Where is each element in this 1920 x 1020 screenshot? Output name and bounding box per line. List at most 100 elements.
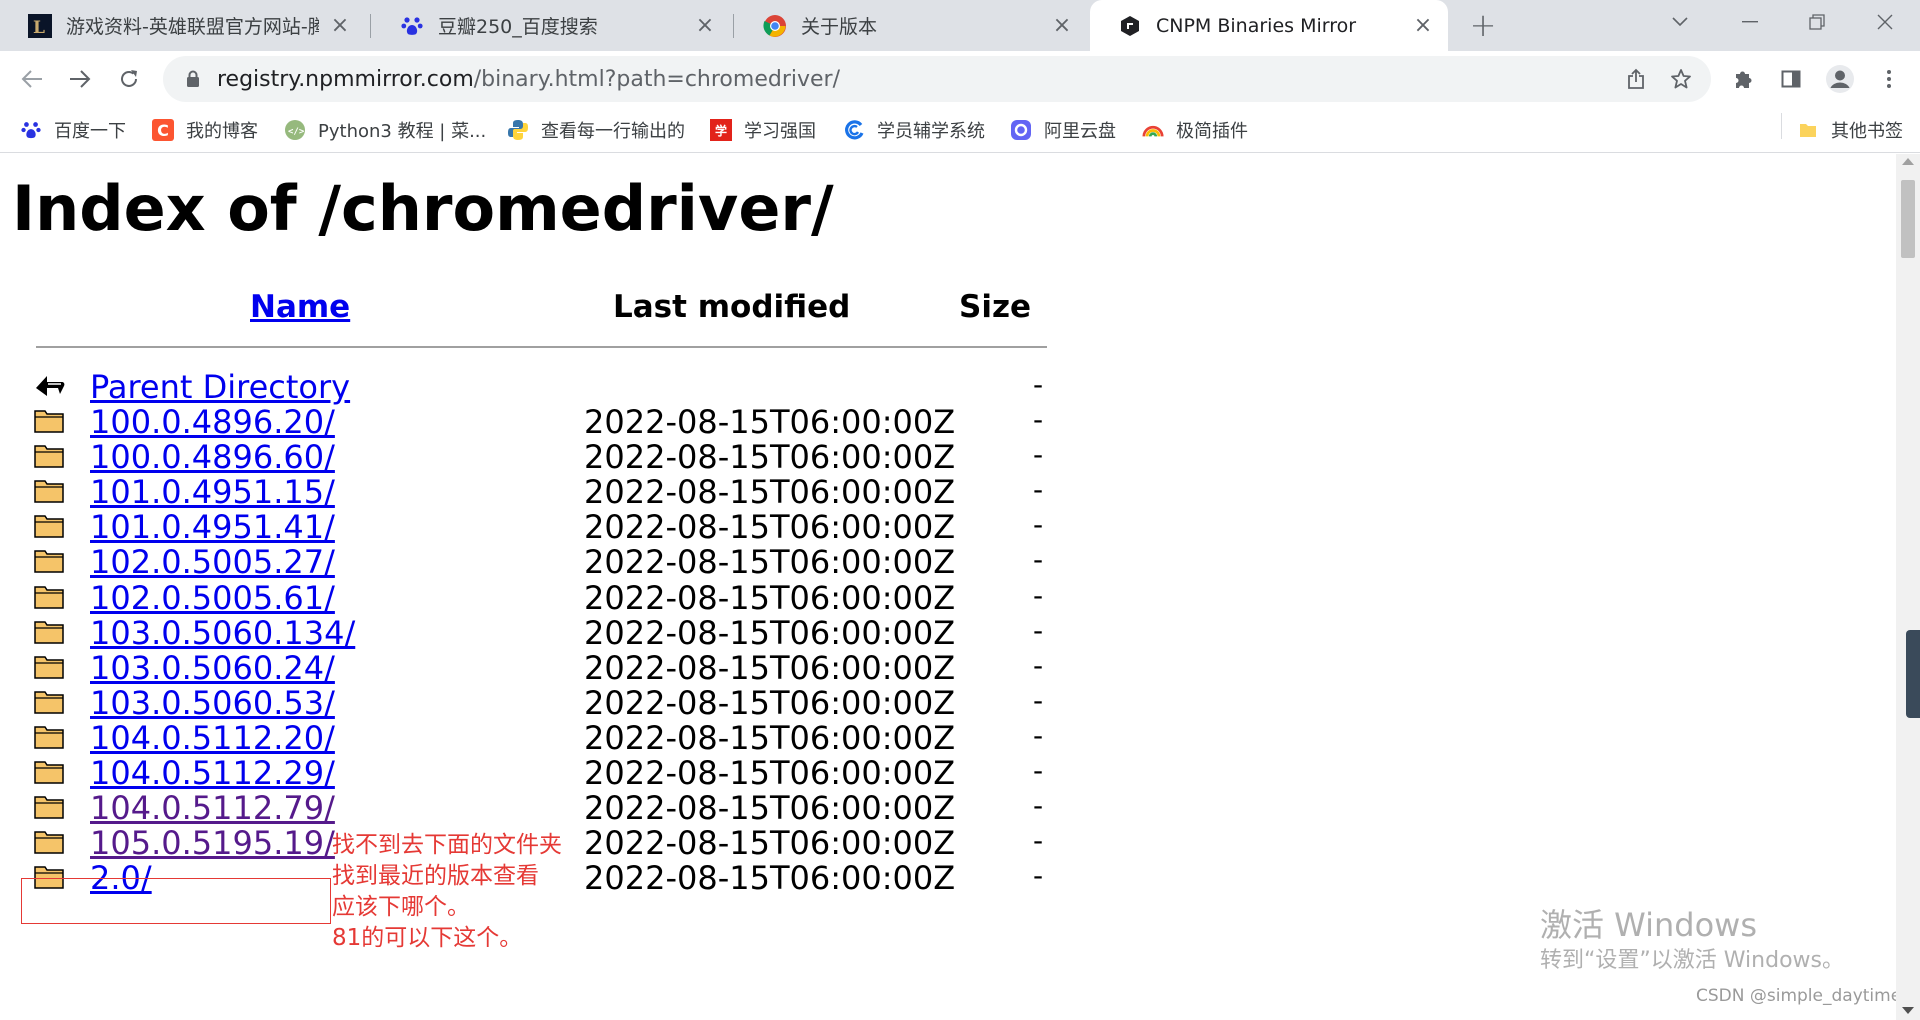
folder-icon xyxy=(1797,119,1819,141)
tab-title: 豆瓣250_百度搜索 xyxy=(438,16,598,38)
lol-icon: L xyxy=(28,13,52,38)
scrollbar-thumb[interactable] xyxy=(1901,180,1915,258)
file-size: - xyxy=(1033,683,1044,717)
file-size: - xyxy=(1033,718,1044,752)
bookmarks-bar: 百度一下 C 我的博客 </> Python3 教程 | 菜... 查看每一行输… xyxy=(0,107,1920,153)
bookmark-label: 百度一下 xyxy=(54,121,126,142)
tab-about-version[interactable]: 关于版本 × xyxy=(735,0,1087,51)
bookmark-my-blog[interactable]: C 我的博客 xyxy=(152,115,258,145)
annotation-note: 找不到去下面的文件夹 找到最近的版本查看 应该下哪个。 81的可以下这个。 xyxy=(332,830,562,954)
folder-icon xyxy=(34,653,64,679)
url-path: /binary.html?path=chromedriver/ xyxy=(473,66,840,92)
page-content: Index of /chromedriver/ Name Last modifi… xyxy=(0,154,1896,1020)
tab-douban-search[interactable]: 豆瓣250_百度搜索 × xyxy=(372,0,730,51)
star-icon[interactable] xyxy=(1668,66,1694,92)
baidu-paw-icon xyxy=(20,119,42,141)
reload-button[interactable] xyxy=(109,59,149,99)
bookmark-jijian-plugin[interactable]: 极简插件 xyxy=(1142,115,1248,145)
bookmark-output-each-line[interactable]: 查看每一行输出的 xyxy=(507,115,685,145)
scroll-up-arrow-icon[interactable] xyxy=(1902,158,1914,165)
minimize-button[interactable] xyxy=(1715,0,1785,44)
back-button[interactable] xyxy=(12,59,52,99)
bookmark-label: 查看每一行输出的 xyxy=(541,121,685,142)
folder-icon xyxy=(34,583,64,609)
file-size: - xyxy=(1033,789,1044,823)
file-size: - xyxy=(1033,859,1044,893)
file-size: - xyxy=(1033,543,1044,577)
file-size: - xyxy=(1033,824,1044,858)
lock-icon[interactable] xyxy=(183,69,203,89)
folder-icon xyxy=(34,688,64,714)
annotation-line: 应该下哪个。 xyxy=(332,894,470,920)
tab-strip: L 游戏资料-英雄联盟官方网站-腾讯 × 豆瓣250_百度搜索 × 关于版本 ×… xyxy=(0,0,1920,51)
forward-button[interactable] xyxy=(60,59,100,99)
bookmark-aliyun-drive[interactable]: 阿里云盘 xyxy=(1010,115,1116,145)
column-header-size: Size xyxy=(959,289,1032,325)
folder-icon xyxy=(34,547,64,574)
bookmark-label: 学员辅学系统 xyxy=(877,121,985,142)
tab-lol[interactable]: L 游戏资料-英雄联盟官方网站-腾讯 × xyxy=(0,0,365,51)
profile-avatar-icon[interactable] xyxy=(1823,62,1857,96)
vertical-scrollbar[interactable] xyxy=(1896,154,1920,1020)
new-tab-button[interactable]: + xyxy=(1465,6,1501,44)
file-size: - xyxy=(1033,754,1044,787)
bookmark-xuexi-qiangguo[interactable]: 学 学习强国 xyxy=(710,115,816,145)
column-header-name[interactable]: Name xyxy=(250,289,350,325)
url-host: registry.npmmirror.com xyxy=(217,66,474,92)
file-size: - xyxy=(1033,438,1044,472)
page-title: Index of /chromedriver/ xyxy=(12,172,834,245)
folder-icon xyxy=(34,512,64,539)
tab-title: CNPM Binaries Mirror xyxy=(1156,14,1357,37)
tab-separator xyxy=(370,14,371,38)
bookmark-baidu[interactable]: 百度一下 xyxy=(20,115,126,145)
other-bookmarks-folder[interactable]: 其他书签 xyxy=(1797,115,1903,145)
bookmark-python3-tutorial[interactable]: </> Python3 教程 | 菜... xyxy=(284,115,486,145)
extensions-icon[interactable] xyxy=(1728,64,1758,94)
folder-icon xyxy=(34,407,64,433)
folder-icon xyxy=(34,618,64,644)
svg-text:L: L xyxy=(33,18,45,38)
other-bookmarks-label: 其他书签 xyxy=(1831,121,1903,142)
close-icon[interactable]: × xyxy=(329,13,351,38)
close-icon[interactable]: × xyxy=(694,13,716,38)
windows-activation-hint: 转到“设置”以激活 Windows。 xyxy=(1540,948,1844,973)
close-icon[interactable]: × xyxy=(1051,13,1073,38)
tab-search-chevron-icon[interactable] xyxy=(1645,0,1715,44)
back-arrow-icon xyxy=(34,372,65,398)
annotation-line: 找到最近的版本查看 xyxy=(332,863,539,889)
file-size: - xyxy=(1033,473,1044,507)
header-divider xyxy=(36,346,1047,348)
folder-icon xyxy=(34,477,64,503)
baidu-paw-icon xyxy=(400,14,424,38)
side-widget-handle[interactable] xyxy=(1906,630,1920,718)
tab-title: 游戏资料-英雄联盟官方网站-腾讯 xyxy=(66,16,319,38)
runoob-icon: </> xyxy=(284,119,306,141)
folder-icon xyxy=(34,793,64,819)
python-icon xyxy=(507,119,529,141)
bookmark-label: Python3 教程 | 菜... xyxy=(318,121,487,142)
chrome-icon xyxy=(763,14,787,38)
restore-button[interactable] xyxy=(1782,0,1852,44)
tab-separator xyxy=(733,14,734,38)
share-icon[interactable] xyxy=(1623,66,1649,92)
scroll-down-arrow-icon[interactable] xyxy=(1902,1007,1914,1014)
windows-activation-title: 激活 Windows xyxy=(1540,906,1758,944)
svg-text:</>: </> xyxy=(288,127,305,137)
folder-icon xyxy=(34,442,64,468)
cnpm-icon xyxy=(1118,14,1142,38)
close-window-button[interactable] xyxy=(1850,0,1920,44)
close-icon[interactable]: × xyxy=(1412,13,1434,38)
bookmark-label: 学习强国 xyxy=(744,121,816,142)
browser-toolbar: registry.npmmirror.com/binary.html?path=… xyxy=(0,51,1920,107)
address-bar[interactable]: registry.npmmirror.com/binary.html?path=… xyxy=(163,56,1711,102)
last-modified: 2022-08-15T06:00:00Z xyxy=(584,859,956,898)
aliyun-icon xyxy=(1010,119,1032,141)
menu-kebab-icon[interactable] xyxy=(1874,64,1904,94)
file-size: - xyxy=(1033,368,1044,401)
bookmark-student-system[interactable]: 学员辅学系统 xyxy=(843,115,985,145)
tab-cnpm-mirror[interactable]: CNPM Binaries Mirror × xyxy=(1090,0,1448,51)
tab-title: 关于版本 xyxy=(801,16,878,38)
side-panel-icon[interactable] xyxy=(1776,64,1806,94)
url-text[interactable]: registry.npmmirror.com/binary.html?path=… xyxy=(217,67,840,92)
annotation-line: 81的可以下这个。 xyxy=(332,925,523,951)
